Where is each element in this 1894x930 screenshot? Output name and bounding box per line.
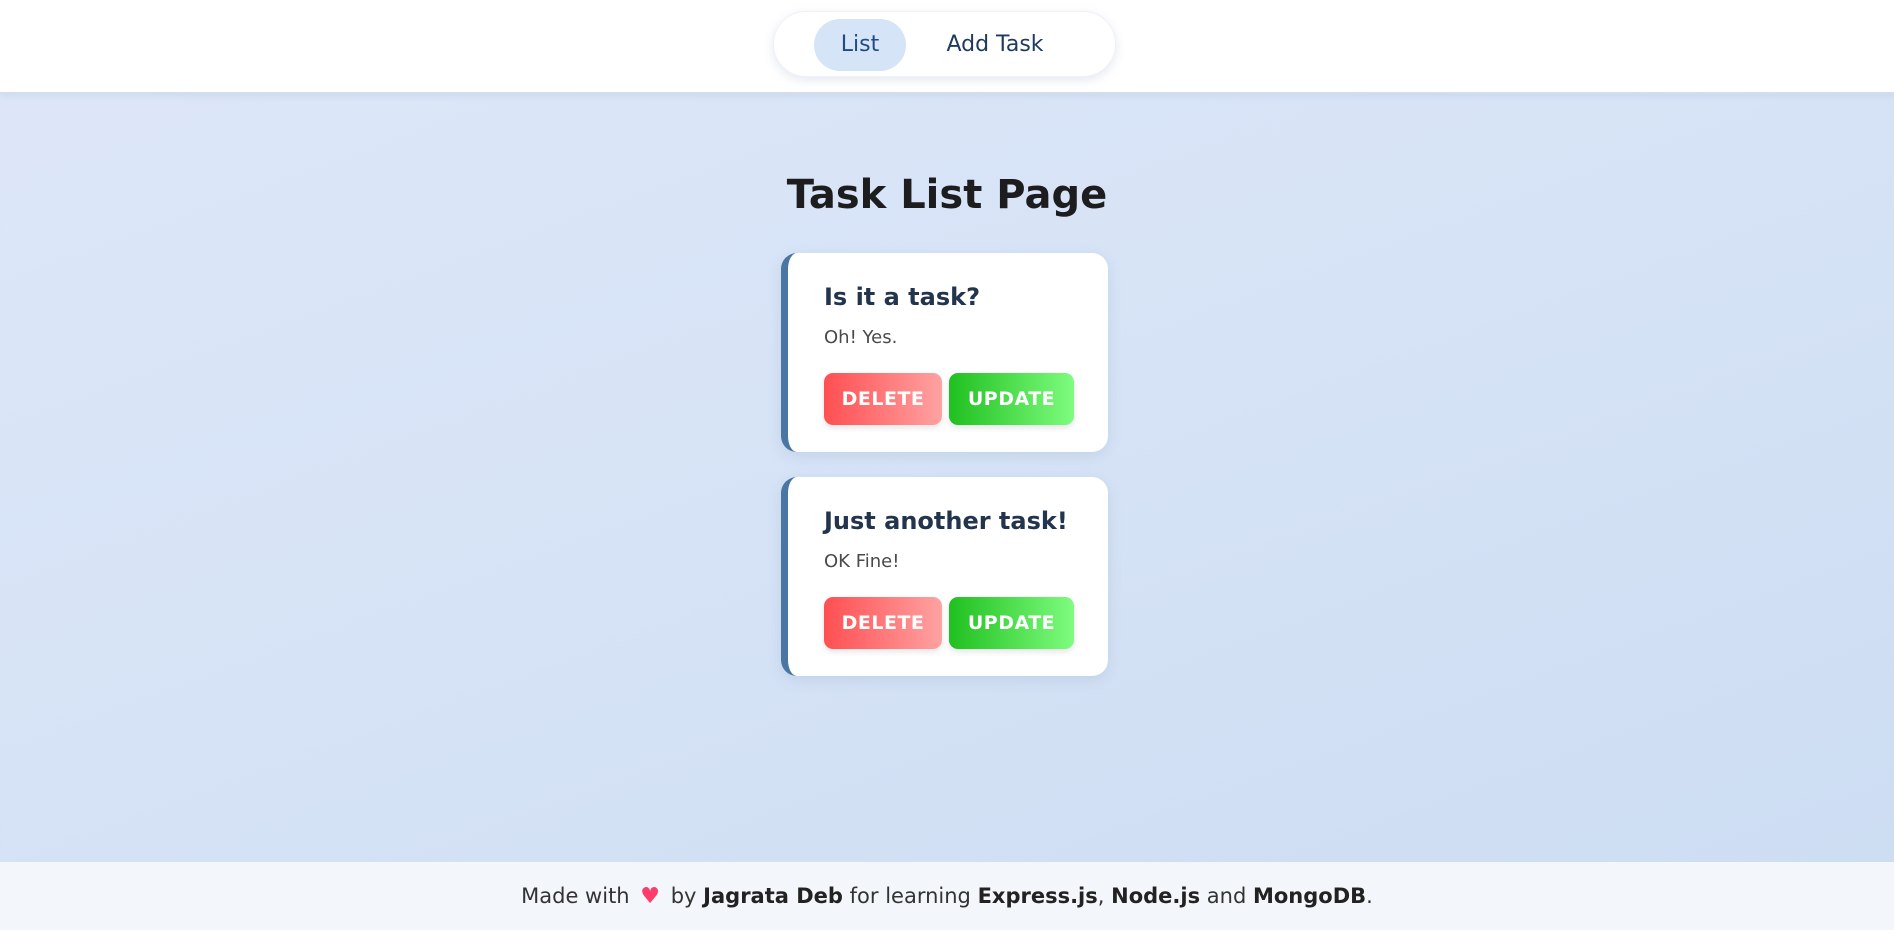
top-navbar: List Add Task <box>0 0 1894 94</box>
footer-comma: , <box>1097 884 1105 908</box>
task-title: Just another task! <box>824 507 1068 535</box>
update-button[interactable]: UPDATE <box>949 597 1074 649</box>
task-card: Is it a task? Oh! Yes. DELETE UPDATE <box>781 253 1108 452</box>
footer-by: by <box>670 884 697 908</box>
task-description: Oh! Yes. <box>824 327 898 348</box>
footer-author: Jagrata Deb <box>703 884 843 908</box>
footer-for-learning: for learning <box>849 884 971 908</box>
task-description: OK Fine! <box>824 551 900 572</box>
nav-list-link[interactable]: List <box>814 19 906 71</box>
footer-period: . <box>1366 884 1373 908</box>
page-title: Task List Page <box>786 172 1108 218</box>
update-button[interactable]: UPDATE <box>949 373 1074 425</box>
delete-button[interactable]: DELETE <box>824 373 942 425</box>
footer-and: and <box>1206 884 1247 908</box>
footer-tech-node: Node.js <box>1111 884 1201 908</box>
task-title: Is it a task? <box>824 283 981 311</box>
footer-made-with: Made with <box>521 884 630 908</box>
footer-tech-mongodb: MongoDB <box>1252 884 1367 908</box>
footer-tech-express: Express.js <box>977 884 1098 908</box>
heart-icon: ♥ <box>640 884 661 909</box>
footer: Made with ♥ by Jagrata Deb for learning … <box>0 862 1894 930</box>
nav-add-task-link[interactable]: Add Task <box>934 19 1056 71</box>
nav-pill: List Add Task <box>773 11 1116 77</box>
task-card: Just another task! OK Fine! DELETE UPDAT… <box>781 477 1108 676</box>
delete-button[interactable]: DELETE <box>824 597 942 649</box>
